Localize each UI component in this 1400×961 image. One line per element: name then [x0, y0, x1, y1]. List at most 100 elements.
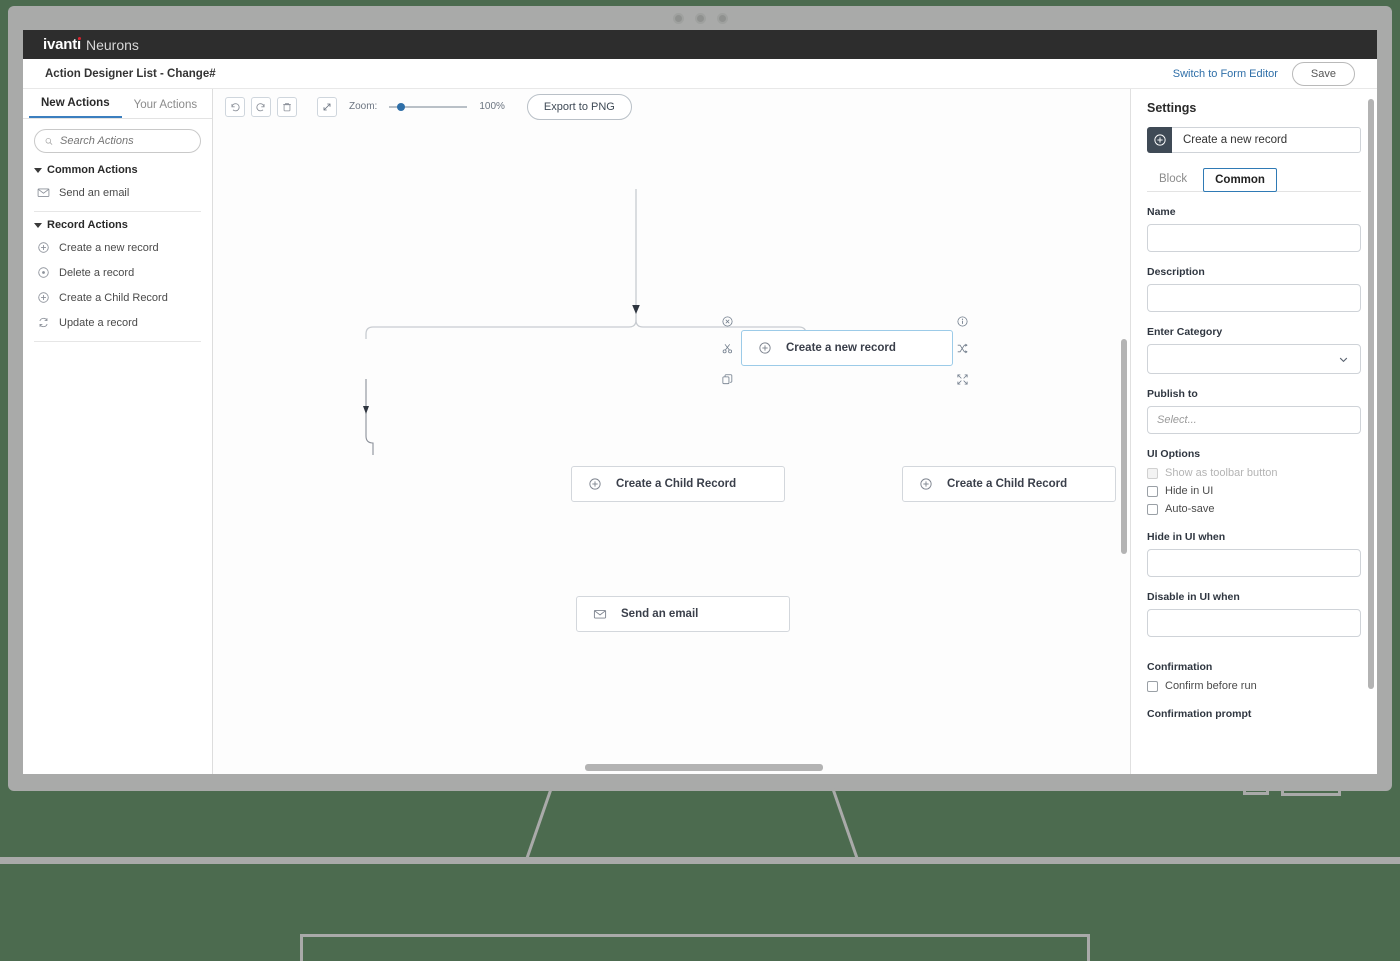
- tab-block[interactable]: Block: [1147, 167, 1199, 191]
- node-label: Create a Child Record: [947, 478, 1068, 490]
- checkbox-icon: [1147, 503, 1158, 515]
- undo-icon: [231, 102, 240, 111]
- flow-node-send-an-email[interactable]: Send an email: [576, 596, 790, 632]
- move-icon[interactable]: [955, 372, 969, 386]
- node-label: Send an email: [621, 608, 699, 620]
- sidebar-item-create-a-child-record[interactable]: Create a Child Record: [34, 285, 201, 310]
- flow-node-create-a-new-record[interactable]: Create a new record: [741, 330, 953, 366]
- canvas-vertical-scrollbar[interactable]: [1121, 339, 1127, 554]
- label-disable-in-ui-when: Disable in UI when: [1147, 591, 1240, 603]
- checkbox-icon: [1147, 680, 1158, 692]
- chevron-down-icon: [34, 222, 42, 228]
- tab-your-actions[interactable]: Your Actions: [122, 99, 210, 118]
- sidebar: New Actions Your Actions Search Actions …: [23, 89, 213, 774]
- app-topbar: ivanti Neurons: [23, 30, 1377, 59]
- brand-dot-icon: [77, 37, 81, 40]
- label-publish-to: Publish to: [1147, 388, 1198, 400]
- zoom-percent-value: 100%: [479, 101, 505, 112]
- sensor-dot-1: [672, 12, 684, 24]
- plus-circle-icon: [1147, 127, 1172, 153]
- description-field[interactable]: [1147, 284, 1361, 312]
- zoom-slider[interactable]: [389, 100, 468, 114]
- disable-in-ui-when-field[interactable]: [1147, 609, 1361, 637]
- desk-surface-line: [0, 857, 1400, 864]
- search-box[interactable]: [34, 129, 201, 153]
- settings-node-name: Create a new record: [1172, 127, 1361, 153]
- zoom-slider-thumb[interactable]: [397, 102, 406, 111]
- sidebar-tabs: New Actions Your Actions: [23, 89, 212, 119]
- product-name: Neurons: [85, 36, 139, 53]
- sidebar-item-update-a-record[interactable]: Update a record: [34, 310, 201, 335]
- screen: ivanti Neurons Action Designer List - Ch…: [23, 30, 1377, 774]
- checkbox-confirm-before-run[interactable]: Confirm before run: [1147, 680, 1361, 692]
- name-field[interactable]: [1147, 224, 1361, 252]
- fullscreen-button[interactable]: [317, 96, 337, 117]
- shuffle-icon[interactable]: [955, 341, 969, 355]
- cut-icon[interactable]: [720, 341, 734, 355]
- trash-icon: [283, 102, 291, 111]
- checkbox-label: Auto-save: [1165, 503, 1215, 515]
- checkbox-icon: [1147, 467, 1158, 479]
- sidebar-group-record-actions: Record Actions Create a new record Delet…: [23, 212, 212, 335]
- label-confirmation: Confirmation: [1147, 661, 1213, 673]
- redo-button[interactable]: [251, 96, 271, 117]
- undo-button[interactable]: [225, 96, 245, 117]
- monitor-menu-button[interactable]: [1281, 781, 1341, 796]
- flow-node-create-a-child-record-left[interactable]: Create a Child Record: [571, 466, 785, 502]
- app-body: New Actions Your Actions Search Actions …: [23, 89, 1377, 774]
- brand-logo: ivanti: [43, 36, 81, 53]
- flow-canvas[interactable]: Create a new record Create a Child Recor…: [213, 124, 1130, 774]
- canvas-column: Zoom: 100% Export to PNG Create a new re…: [213, 89, 1131, 774]
- tab-common[interactable]: Common: [1203, 168, 1277, 192]
- search-wrap: [23, 119, 212, 157]
- sidebar-item-label: Delete a record: [59, 266, 135, 279]
- envelope-icon: [37, 188, 50, 197]
- node-label: Create a new record: [786, 342, 896, 354]
- label-description: Description: [1147, 266, 1205, 278]
- category-select[interactable]: [1147, 344, 1361, 374]
- monitor-base: [300, 934, 1090, 961]
- info-icon[interactable]: [955, 314, 969, 328]
- group-header-record-actions[interactable]: Record Actions: [34, 219, 201, 231]
- label-name: Name: [1147, 206, 1176, 218]
- canvas-horizontal-scrollbar[interactable]: [585, 764, 823, 771]
- checkbox-auto-save[interactable]: Auto-save: [1147, 503, 1361, 515]
- group-header-common-actions[interactable]: Common Actions: [34, 164, 201, 176]
- search-input[interactable]: [60, 135, 190, 147]
- close-icon[interactable]: [720, 314, 734, 328]
- brand-name: ivanti: [43, 36, 81, 53]
- sidebar-item-label: Create a new record: [59, 241, 159, 254]
- delete-button[interactable]: [277, 96, 297, 117]
- monitor-power-button[interactable]: [1243, 783, 1269, 795]
- tab-new-actions[interactable]: New Actions: [29, 97, 122, 118]
- publish-to-field[interactable]: Select...: [1147, 406, 1361, 434]
- settings-vertical-scrollbar[interactable]: [1368, 99, 1374, 689]
- expand-arrows-icon: [323, 103, 331, 110]
- checkbox-hide-in-ui[interactable]: Hide in UI: [1147, 485, 1361, 497]
- checkbox-show-as-toolbar-button: Show as toolbar button: [1147, 467, 1361, 479]
- sidebar-item-delete-a-record[interactable]: Delete a record: [34, 260, 201, 285]
- save-button[interactable]: Save: [1291, 61, 1355, 86]
- zoom-label: Zoom:: [349, 101, 378, 112]
- refresh-icon: [39, 317, 48, 328]
- header-actions: Switch to Form Editor Save: [1173, 61, 1355, 86]
- app-header: Action Designer List - Change# Switch to…: [23, 59, 1377, 89]
- sidebar-item-create-a-new-record[interactable]: Create a new record: [34, 235, 201, 260]
- sidebar-item-label: Update a record: [59, 316, 138, 329]
- sidebar-item-label: Send an email: [59, 186, 130, 199]
- export-to-png-button[interactable]: Export to PNG: [526, 93, 632, 120]
- checkbox-label: Hide in UI: [1165, 485, 1214, 497]
- switch-to-form-editor-link[interactable]: Switch to Form Editor: [1173, 68, 1278, 80]
- copy-icon[interactable]: [720, 372, 734, 386]
- plus-circle-icon: [38, 242, 49, 253]
- hide-in-ui-when-field[interactable]: [1147, 549, 1361, 577]
- settings-panel: Settings Create a new record Block Commo…: [1131, 89, 1377, 774]
- plus-circle-icon: [759, 342, 771, 354]
- settings-title: Settings: [1147, 101, 1197, 115]
- label-confirmation-prompt: Confirmation prompt: [1147, 708, 1252, 720]
- monitor-frame: ivanti Neurons Action Designer List - Ch…: [8, 6, 1392, 791]
- sidebar-item-send-an-email[interactable]: Send an email: [34, 180, 201, 205]
- flow-node-create-a-child-record-right[interactable]: Create a Child Record: [902, 466, 1116, 502]
